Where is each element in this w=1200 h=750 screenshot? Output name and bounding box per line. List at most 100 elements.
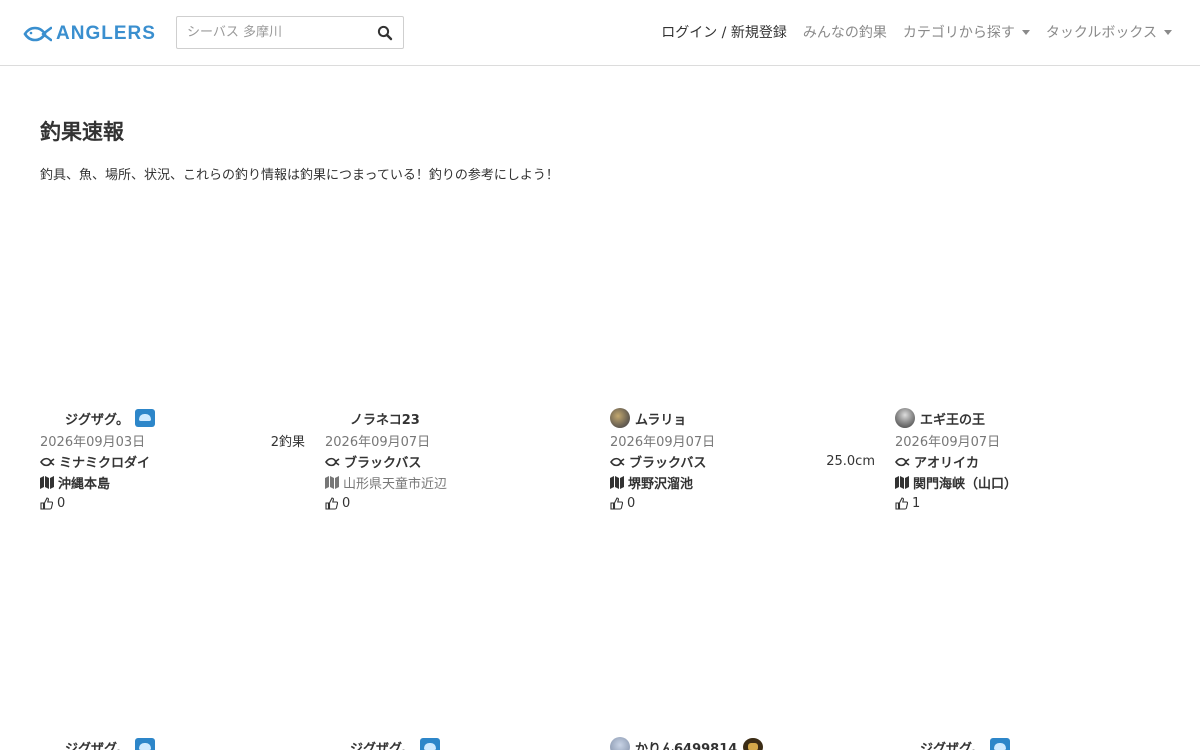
like-button[interactable]: 0 [325,493,590,514]
map-icon [610,476,624,489]
logo-text: ANGLERS [56,23,156,44]
card-user[interactable]: ジグザグ。 [40,408,305,428]
card-user[interactable]: ムラリョ [610,408,875,428]
place-name: 沖縄本島 [58,477,111,492]
place-name: 堺野沢溜池 [628,477,694,492]
thumbs-up-icon [325,497,338,510]
card-meta: 2026年09月07日 [610,430,875,450]
user-name: ジグザグ。 [920,741,984,750]
place-name: 関門海峡（山口） [913,477,1018,492]
like-button[interactable]: 0 [40,493,305,514]
fish-link[interactable]: ブラックバス [325,452,421,471]
rank-badge-icon [419,738,440,750]
map-icon [895,476,909,489]
place-link[interactable]: 山形県天童市近辺 [325,472,590,493]
card-meta: 2026年09月03日 2釣果 [40,430,305,450]
navbar: ANGLERS ログイン / 新規登録 みんなの釣果 カテゴリから探す タックル… [0,0,1200,66]
map-icon [325,476,339,489]
thumbs-up-icon [610,497,623,510]
catch-card[interactable]: ジグザグ。 [40,737,310,750]
nav-tacklebox-dropdown[interactable]: タックルボックス [1046,22,1172,42]
user-name: ジグザグ。 [65,741,129,750]
user-name: ノラネコ23 [350,412,420,428]
fish-icon [40,457,55,466]
map-icon [40,476,54,489]
user-name: エギ王の王 [920,412,986,428]
nav-login-link[interactable]: ログイン / 新規登録 [661,22,787,42]
nav-categories-dropdown[interactable]: カテゴリから探す [903,22,1030,42]
fish-link[interactable]: アオリイカ [895,452,979,471]
catch-card[interactable]: ジグザグ。 2026年09月03日 2釣果 ミナミクロダイ 沖縄本島 0 [40,408,305,514]
card-user[interactable]: ノラネコ23 [325,408,590,428]
place-link[interactable]: 沖縄本島 [40,472,305,493]
like-button[interactable]: 1 [895,493,1160,514]
fish-link[interactable]: ミナミクロダイ [40,452,150,471]
catch-date: 2026年09月07日 [895,434,1001,450]
avatar [40,737,60,750]
catch-card[interactable]: ムラリョ 2026年09月07日 ブラックバス 25.0cm 堺野沢溜池 0 [610,408,875,514]
card-fish-row: ブラックバス [325,451,590,472]
catch-date: 2026年09月03日 [40,434,146,450]
rank-badge-icon [743,738,764,750]
fish-icon [895,457,910,466]
catch-date: 2026年09月07日 [325,434,431,450]
user-name: ムラリョ [635,412,687,428]
card-user[interactable]: ジグザグ。 [40,737,310,750]
fish-size: 25.0cm [826,454,875,469]
fish-name: アオリイカ [914,456,980,471]
thumbs-up-icon [895,497,908,510]
nav-categories-label: カテゴリから探す [902,25,1015,41]
card-user[interactable]: エギ王の王 [895,408,1160,428]
fish-name: ブラックバス [344,456,422,471]
user-name: ジグザグ。 [350,741,414,750]
card-meta: 2026年09月07日 [325,430,590,450]
search-input[interactable] [177,17,367,48]
page-description: 釣具、魚、場所、状況、これらの釣り情報は釣果につまっている！釣りの参考にしよう！ [40,168,559,183]
place-link[interactable]: 堺野沢溜池 [610,472,875,493]
card-user[interactable]: ジグザグ。 [325,737,595,750]
like-count: 0 [57,496,66,511]
card-fish-row: アオリイカ [895,451,1160,472]
rank-badge-icon [989,738,1010,750]
like-button[interactable]: 0 [610,493,875,514]
catch-date: 2026年09月07日 [610,434,716,450]
catch-card[interactable]: ジグザグ。 [325,737,595,750]
like-count: 0 [627,496,636,511]
main-nav: ログイン / 新規登録 みんなの釣果 カテゴリから探す タックルボックス [661,22,1172,42]
avatar [40,408,60,428]
catch-card[interactable]: かりん6499814 [610,737,880,750]
fish-logo-icon [23,26,52,42]
card-user[interactable]: ジグザグ。 [895,737,1165,750]
thumbs-up-icon [40,497,53,510]
rank-badge-icon [134,409,155,427]
catch-card[interactable]: ジグザグ。 [895,737,1165,750]
fish-name: ミナミクロダイ [59,456,151,471]
site-logo[interactable]: ANGLERS [22,22,156,46]
fish-icon [610,457,625,466]
catch-count: 2釣果 [270,434,305,450]
user-name: かりん6499814 [635,741,738,750]
search-box [176,16,404,49]
card-fish-row: ブラックバス 25.0cm [610,451,875,472]
avatar [610,408,630,428]
search-icon[interactable] [377,25,393,41]
fish-link[interactable]: ブラックバス [610,452,706,471]
nav-everyone-link[interactable]: みんなの釣果 [803,22,887,42]
like-count: 1 [912,496,921,511]
avatar [325,737,345,750]
fish-name: ブラックバス [629,456,707,471]
card-user[interactable]: かりん6499814 [610,737,880,750]
catch-card[interactable]: エギ王の王 2026年09月07日 アオリイカ 関門海峡（山口） 1 [895,408,1160,514]
avatar [895,408,915,428]
avatar [895,737,915,750]
place-name: 山形県天童市近辺 [343,477,448,492]
catch-card[interactable]: ノラネコ23 2026年09月07日 ブラックバス 山形県天童市近辺 0 [325,408,590,514]
card-meta: 2026年09月07日 [895,430,1160,450]
like-count: 0 [342,496,351,511]
chevron-down-icon [1021,29,1030,35]
place-link[interactable]: 関門海峡（山口） [895,472,1160,493]
avatar [325,408,345,428]
chevron-down-icon [1164,29,1172,35]
nav-tacklebox-label: タックルボックス [1045,25,1157,41]
user-name: ジグザグ。 [65,412,129,428]
